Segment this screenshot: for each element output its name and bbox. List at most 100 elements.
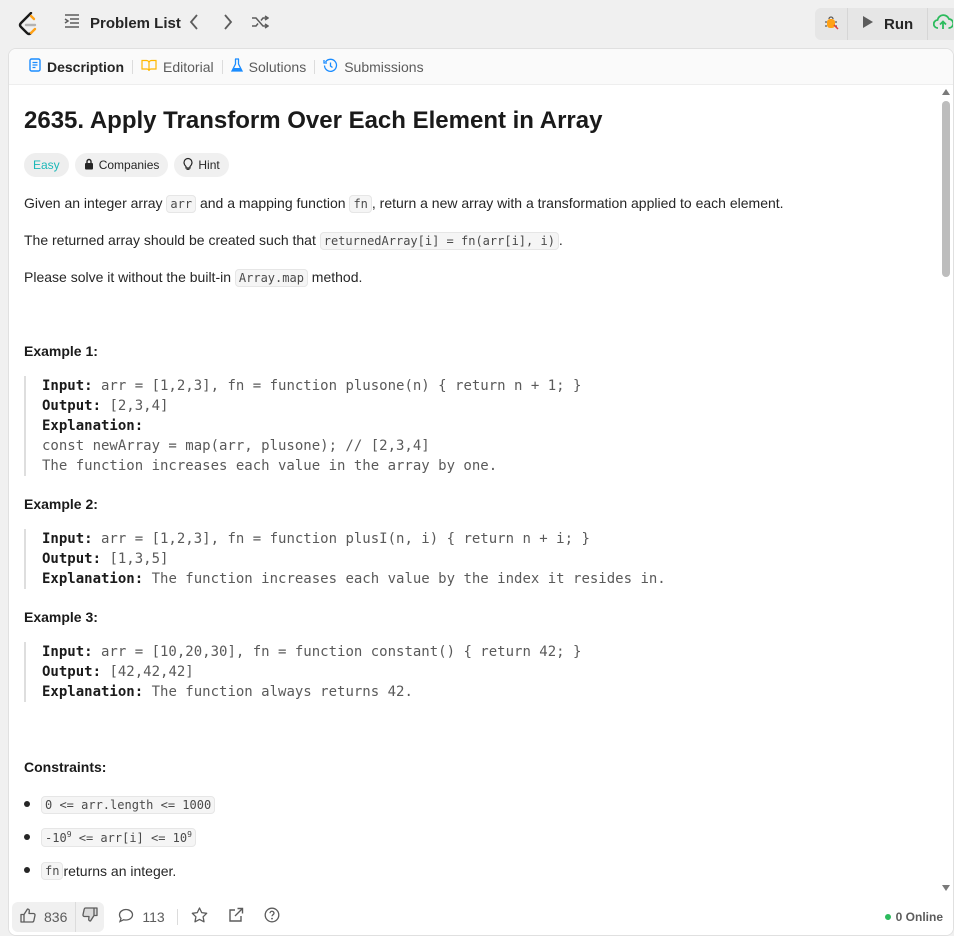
star-icon bbox=[191, 906, 208, 928]
explanation-line: const newArray = map(arr, plusone); // [… bbox=[42, 438, 430, 454]
inline-code: -109 <= arr[i] <= 109 bbox=[41, 828, 196, 847]
problem-list-button[interactable]: Problem List bbox=[64, 14, 181, 33]
divider bbox=[176, 909, 178, 925]
prev-problem-button[interactable] bbox=[184, 13, 204, 35]
online-dot bbox=[884, 914, 891, 920]
explanation-label: Explanation: bbox=[42, 684, 144, 700]
top-bar: Problem List Run bbox=[0, 0, 954, 48]
explanation-label: Explanation: bbox=[42, 571, 144, 587]
shuffle-icon bbox=[251, 14, 270, 34]
difficulty-badge: Easy bbox=[24, 153, 69, 177]
example-explanation: The function increases each value by the… bbox=[143, 571, 666, 587]
help-button[interactable] bbox=[262, 907, 282, 927]
constraints-heading: Constraints: bbox=[24, 759, 107, 775]
scroll-up-arrow[interactable] bbox=[942, 89, 950, 95]
like-count: 836 bbox=[44, 909, 68, 925]
online-count: 0 Online bbox=[895, 910, 943, 924]
example-output: [42,42,42] bbox=[101, 664, 194, 680]
flask-icon bbox=[230, 57, 243, 76]
scroll-down-arrow[interactable] bbox=[942, 885, 950, 891]
next-problem-button[interactable] bbox=[218, 13, 238, 34]
problem-list-label: Problem List bbox=[90, 15, 181, 32]
text: Please solve it without the built-in bbox=[24, 269, 235, 285]
description-paragraph: Please solve it without the built-in Arr… bbox=[24, 267, 362, 288]
cloud-upload-icon bbox=[933, 13, 954, 35]
example-block: Input: arr = [10,20,30], fn = function c… bbox=[24, 642, 581, 702]
description-panel: Description Editorial Solutions Submissi… bbox=[8, 48, 954, 936]
lightbulb-icon bbox=[183, 157, 193, 173]
example-heading: Example 3: bbox=[24, 609, 98, 625]
input-label: Input: bbox=[42, 378, 93, 394]
example-input: arr = [1,2,3], fn = function plusI(n, i)… bbox=[92, 531, 590, 547]
tab-description[interactable]: Description bbox=[21, 49, 132, 84]
tab-submissions[interactable]: Submissions bbox=[315, 49, 431, 84]
input-label: Input: bbox=[42, 531, 93, 547]
input-label: Input: bbox=[42, 644, 93, 660]
inline-code: returnedArray[i] = fn(arr[i], i) bbox=[319, 232, 559, 250]
vertical-scrollbar[interactable] bbox=[941, 85, 951, 895]
thumbs-down-icon bbox=[82, 907, 99, 927]
problem-tags: Easy Companies Hint bbox=[24, 153, 229, 177]
example-input: arr = [10,20,30], fn = function constant… bbox=[92, 644, 582, 660]
comment-icon bbox=[118, 908, 134, 926]
run-label: Run bbox=[884, 15, 914, 33]
list-icon bbox=[64, 14, 80, 33]
example-block: Input: arr = [1,2,3], fn = function plus… bbox=[24, 376, 581, 476]
inline-code: fn bbox=[349, 195, 372, 213]
description-paragraph: Given an integer array arr and a mapping… bbox=[24, 193, 784, 214]
comment-count: 113 bbox=[142, 909, 165, 925]
companies-button[interactable]: Companies bbox=[74, 153, 169, 177]
list-item: 0 <= arr.length <= 1000 bbox=[24, 788, 216, 821]
description-paragraph: The returned array should be created suc… bbox=[24, 230, 563, 251]
example-heading: Example 2: bbox=[24, 496, 98, 512]
superscript: 9 bbox=[187, 830, 192, 839]
tab-editorial[interactable]: Editorial bbox=[133, 49, 222, 84]
tab-label: Solutions bbox=[248, 58, 307, 75]
output-label: Output: bbox=[42, 398, 102, 414]
lock-icon bbox=[84, 158, 94, 173]
companies-label: Companies bbox=[98, 158, 160, 172]
run-button[interactable]: Run bbox=[848, 8, 929, 40]
text: returns an integer. bbox=[63, 862, 177, 879]
hint-button[interactable]: Hint bbox=[174, 153, 229, 177]
text: <= arr[i] <= 10 bbox=[71, 831, 188, 845]
submit-button[interactable] bbox=[928, 8, 954, 40]
tab-label: Editorial bbox=[163, 58, 214, 75]
share-button[interactable] bbox=[226, 907, 246, 927]
history-icon bbox=[323, 58, 338, 76]
favorite-button[interactable] bbox=[190, 906, 210, 928]
tab-label: Description bbox=[47, 58, 125, 75]
scroll-thumb[interactable] bbox=[942, 101, 950, 277]
comments-button[interactable]: 113 bbox=[118, 908, 165, 926]
random-problem-button[interactable] bbox=[250, 14, 270, 34]
hint-label: Hint bbox=[198, 158, 220, 172]
bottom-action-bar: 836 113 0 Online bbox=[9, 899, 953, 935]
book-icon bbox=[141, 59, 157, 75]
debug-button[interactable] bbox=[815, 8, 848, 40]
run-controls: Run bbox=[815, 8, 954, 40]
dislike-button[interactable] bbox=[75, 902, 104, 932]
play-icon bbox=[862, 15, 874, 33]
help-icon bbox=[264, 907, 280, 928]
online-status: 0 Online bbox=[884, 910, 943, 924]
problem-content: 2635. Apply Transform Over Each Element … bbox=[9, 85, 953, 895]
tab-solutions[interactable]: Solutions bbox=[223, 49, 315, 84]
problem-title[interactable]: 2635. Apply Transform Over Each Element … bbox=[24, 107, 602, 135]
text: . bbox=[558, 232, 563, 248]
output-label: Output: bbox=[42, 664, 102, 680]
inline-code: arr bbox=[166, 195, 197, 213]
inline-code: Array.map bbox=[234, 269, 308, 287]
inline-code: 0 <= arr.length <= 1000 bbox=[41, 795, 216, 814]
example-output: [2,3,4] bbox=[101, 398, 169, 414]
like-button[interactable]: 836 bbox=[12, 902, 75, 932]
leetcode-logo[interactable] bbox=[18, 11, 40, 36]
list-item: fn returns an integer. bbox=[24, 854, 215, 887]
reaction-group: 836 bbox=[12, 902, 105, 932]
example-block: Input: arr = [1,2,3], fn = function plus… bbox=[24, 529, 666, 589]
example-output: [1,3,5] bbox=[101, 551, 169, 567]
explanation-line: The function increases each value in the… bbox=[42, 458, 498, 474]
text: The returned array should be created suc… bbox=[24, 232, 320, 248]
chevron-left-icon bbox=[189, 13, 199, 35]
text: Given an integer array bbox=[24, 195, 167, 211]
tab-bar: Description Editorial Solutions Submissi… bbox=[9, 49, 953, 85]
